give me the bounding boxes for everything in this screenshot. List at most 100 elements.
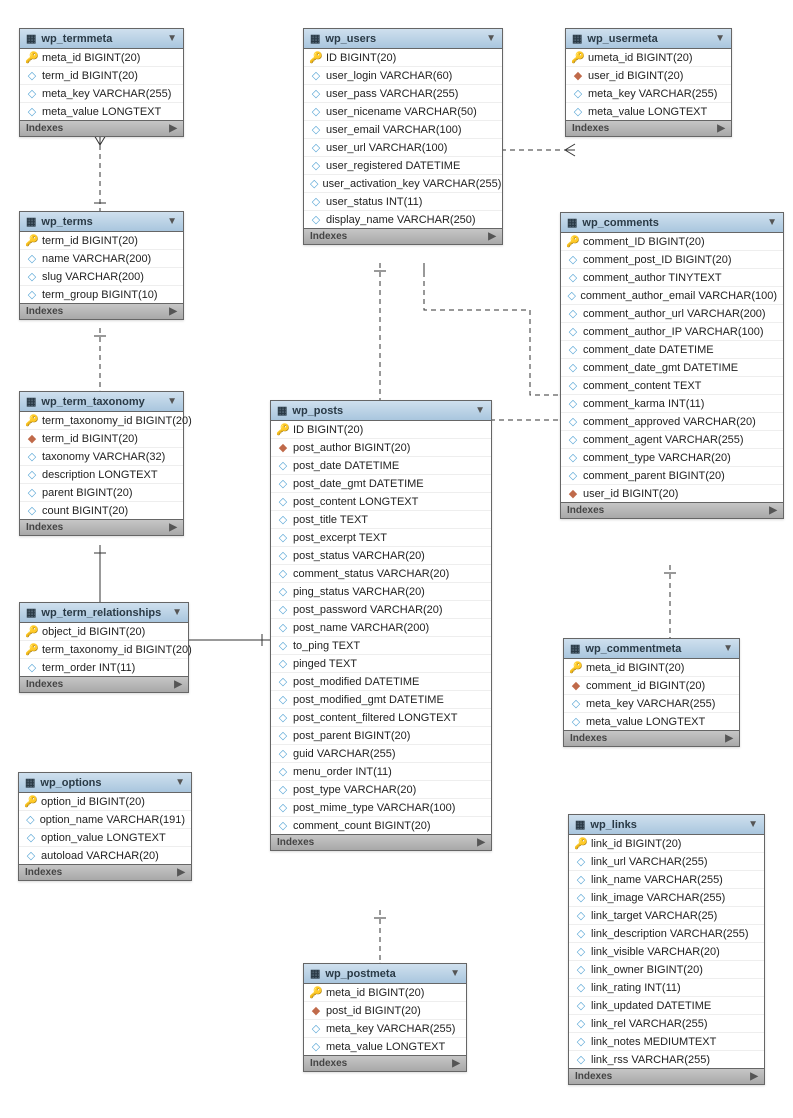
column-row[interactable]: ◇link_image VARCHAR(255) [569,889,764,907]
column-row[interactable]: ◇description LONGTEXT [20,466,183,484]
column-row[interactable]: ◇post_status VARCHAR(20) [271,547,491,565]
column-row[interactable]: ◆user_id BIGINT(20) [566,67,731,85]
column-row[interactable]: ◇post_mime_type VARCHAR(100) [271,799,491,817]
column-row[interactable]: ◇user_login VARCHAR(60) [304,67,502,85]
column-row[interactable]: ◇user_registered DATETIME [304,157,502,175]
table-commentmeta[interactable]: ▦wp_commentmeta▼🔑meta_id BIGINT(20)◆comm… [563,638,740,747]
column-row[interactable]: ◇user_activation_key VARCHAR(255) [304,175,502,193]
column-row[interactable]: ◇user_status INT(11) [304,193,502,211]
table-header[interactable]: ▦wp_termmeta▼ [20,29,183,49]
table-footer-indexes[interactable]: Indexes▶ [19,864,191,880]
column-row[interactable]: 🔑meta_id BIGINT(20) [304,984,466,1002]
column-row[interactable]: ◇to_ping TEXT [271,637,491,655]
column-row[interactable]: ◇link_description VARCHAR(255) [569,925,764,943]
column-row[interactable]: ◇comment_author TINYTEXT [561,269,783,287]
table-header[interactable]: ▦wp_term_relationships▼ [20,603,188,623]
collapse-icon[interactable]: ▼ [715,33,725,44]
table-header[interactable]: ▦wp_options▼ [19,773,191,793]
expand-icon[interactable]: ▶ [169,306,177,317]
table-footer-indexes[interactable]: Indexes▶ [564,730,739,746]
column-row[interactable]: ◇option_name VARCHAR(191) [19,811,191,829]
expand-icon[interactable]: ▶ [750,1071,758,1082]
column-row[interactable]: ◇meta_value LONGTEXT [20,103,183,120]
column-row[interactable]: ◇post_name VARCHAR(200) [271,619,491,637]
collapse-icon[interactable]: ▼ [475,405,485,416]
column-row[interactable]: ◇term_order INT(11) [20,659,188,676]
table-footer-indexes[interactable]: Indexes▶ [20,519,183,535]
column-row[interactable]: ◇comment_author_url VARCHAR(200) [561,305,783,323]
column-row[interactable]: ◇comment_content TEXT [561,377,783,395]
column-row[interactable]: ◇comment_approved VARCHAR(20) [561,413,783,431]
column-row[interactable]: ◇post_content_filtered LONGTEXT [271,709,491,727]
column-row[interactable]: ◇user_pass VARCHAR(255) [304,85,502,103]
column-row[interactable]: ◇post_modified DATETIME [271,673,491,691]
column-row[interactable]: ◇meta_key VARCHAR(255) [564,695,739,713]
column-row[interactable]: ◆post_author BIGINT(20) [271,439,491,457]
table-header[interactable]: ▦wp_commentmeta▼ [564,639,739,659]
table-footer-indexes[interactable]: Indexes▶ [20,303,183,319]
expand-icon[interactable]: ▶ [725,733,733,744]
column-row[interactable]: ◆comment_id BIGINT(20) [564,677,739,695]
column-row[interactable]: ◇post_date DATETIME [271,457,491,475]
collapse-icon[interactable]: ▼ [723,643,733,654]
column-row[interactable]: ◇comment_post_ID BIGINT(20) [561,251,783,269]
expand-icon[interactable]: ▶ [452,1058,460,1069]
column-row[interactable]: ◇link_rating INT(11) [569,979,764,997]
column-row[interactable]: ◇meta_key VARCHAR(255) [20,85,183,103]
column-row[interactable]: ◇option_value LONGTEXT [19,829,191,847]
column-row[interactable]: ◇comment_author_email VARCHAR(100) [561,287,783,305]
collapse-icon[interactable]: ▼ [175,777,185,788]
table-usermeta[interactable]: ▦wp_usermeta▼🔑umeta_id BIGINT(20)◆user_i… [565,28,732,137]
column-row[interactable]: ◇meta_key VARCHAR(255) [566,85,731,103]
column-row[interactable]: ◇post_excerpt TEXT [271,529,491,547]
column-row[interactable]: ◇post_modified_gmt DATETIME [271,691,491,709]
column-row[interactable]: 🔑object_id BIGINT(20) [20,623,188,641]
expand-icon[interactable]: ▶ [488,231,496,242]
column-row[interactable]: ◇meta_key VARCHAR(255) [304,1020,466,1038]
table-footer-indexes[interactable]: Indexes▶ [304,1055,466,1071]
column-row[interactable]: ◇comment_type VARCHAR(20) [561,449,783,467]
table-header[interactable]: ▦wp_usermeta▼ [566,29,731,49]
column-row[interactable]: ◇comment_date_gmt DATETIME [561,359,783,377]
table-users[interactable]: ▦wp_users▼🔑ID BIGINT(20)◇user_login VARC… [303,28,503,245]
table-header[interactable]: ▦wp_postmeta▼ [304,964,466,984]
column-row[interactable]: ◇meta_value LONGTEXT [566,103,731,120]
table-footer-indexes[interactable]: Indexes▶ [561,502,783,518]
column-row[interactable]: ◆post_id BIGINT(20) [304,1002,466,1020]
table-header[interactable]: ▦wp_terms▼ [20,212,183,232]
column-row[interactable]: ◇comment_parent BIGINT(20) [561,467,783,485]
column-row[interactable]: ◇user_email VARCHAR(100) [304,121,502,139]
column-row[interactable]: ◇ping_status VARCHAR(20) [271,583,491,601]
column-row[interactable]: 🔑option_id BIGINT(20) [19,793,191,811]
column-row[interactable]: 🔑meta_id BIGINT(20) [564,659,739,677]
table-options[interactable]: ▦wp_options▼🔑option_id BIGINT(20)◇option… [18,772,192,881]
table-footer-indexes[interactable]: Indexes▶ [569,1068,764,1084]
column-row[interactable]: ◇comment_agent VARCHAR(255) [561,431,783,449]
table-termmeta[interactable]: ▦wp_termmeta▼🔑meta_id BIGINT(20)◇term_id… [19,28,184,137]
column-row[interactable]: ◇comment_karma INT(11) [561,395,783,413]
column-row[interactable]: 🔑ID BIGINT(20) [271,421,491,439]
column-row[interactable]: 🔑meta_id BIGINT(20) [20,49,183,67]
column-row[interactable]: 🔑term_taxonomy_id BIGINT(20) [20,412,183,430]
column-row[interactable]: ◇term_group BIGINT(10) [20,286,183,303]
column-row[interactable]: ◇meta_value LONGTEXT [564,713,739,730]
table-term_rel[interactable]: ▦wp_term_relationships▼🔑object_id BIGINT… [19,602,189,693]
column-row[interactable]: ◇link_rel VARCHAR(255) [569,1015,764,1033]
table-terms[interactable]: ▦wp_terms▼🔑term_id BIGINT(20)◇name VARCH… [19,211,184,320]
column-row[interactable]: ◆term_id BIGINT(20) [20,430,183,448]
column-row[interactable]: 🔑term_id BIGINT(20) [20,232,183,250]
column-row[interactable]: ◇comment_author_IP VARCHAR(100) [561,323,783,341]
table-footer-indexes[interactable]: Indexes▶ [566,120,731,136]
collapse-icon[interactable]: ▼ [167,33,177,44]
column-row[interactable]: ◇term_id BIGINT(20) [20,67,183,85]
column-row[interactable]: ◇link_updated DATETIME [569,997,764,1015]
table-header[interactable]: ▦wp_links▼ [569,815,764,835]
column-row[interactable]: ◇link_owner BIGINT(20) [569,961,764,979]
table-header[interactable]: ▦wp_comments▼ [561,213,783,233]
expand-icon[interactable]: ▶ [177,867,185,878]
table-header[interactable]: ▦wp_term_taxonomy▼ [20,392,183,412]
column-row[interactable]: ◇post_title TEXT [271,511,491,529]
collapse-icon[interactable]: ▼ [486,33,496,44]
expand-icon[interactable]: ▶ [717,123,725,134]
collapse-icon[interactable]: ▼ [748,819,758,830]
